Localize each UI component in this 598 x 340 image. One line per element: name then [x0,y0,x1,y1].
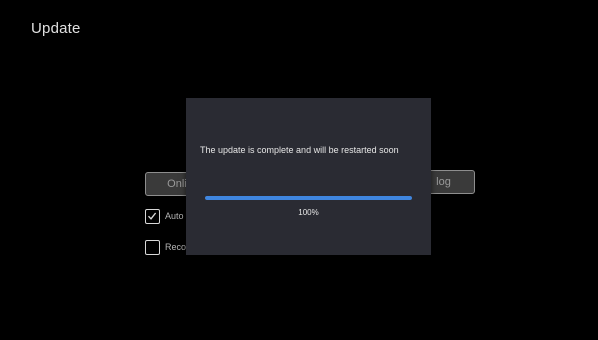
page-title: Update [31,20,81,37]
progress-bar [205,196,412,200]
progress-bar-fill [205,196,412,200]
auto-update-label: Auto [165,211,184,221]
update-screen: Update Onlin log Auto Reco The update is… [0,0,598,340]
checkmark-icon [147,212,157,220]
auto-update-checkbox[interactable] [145,209,160,224]
dialog-message: The update is complete and will be resta… [200,145,399,155]
recovery-checkbox[interactable] [145,240,160,255]
update-complete-dialog: The update is complete and will be resta… [186,98,431,255]
progress-percent-label: 100% [298,208,319,217]
recovery-label: Reco [165,242,187,252]
log-button-label: log [436,176,451,188]
